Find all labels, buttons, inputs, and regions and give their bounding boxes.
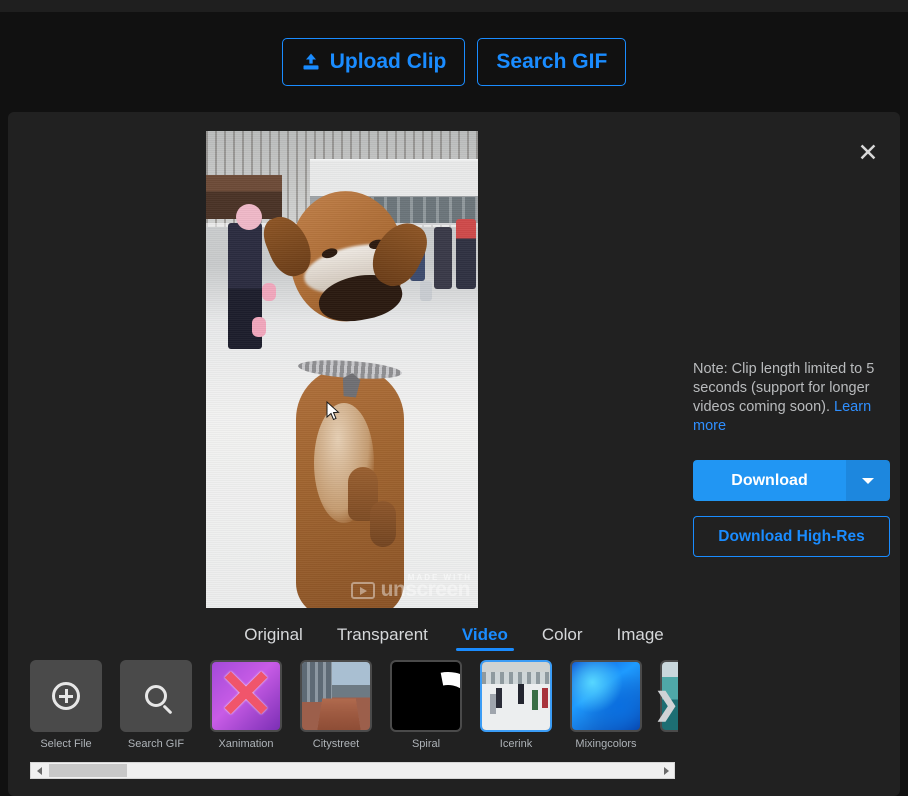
- thumbnail-cell: Mixingcolors: [570, 660, 642, 750]
- clip-length-note: Note: Clip length limited to 5 seconds (…: [693, 360, 890, 436]
- header-toolbar: Upload Clip Search GIF: [0, 12, 908, 112]
- thumbnail-citystreet[interactable]: [300, 660, 372, 732]
- arrow-right-icon[interactable]: [658, 763, 674, 778]
- tab-transparent[interactable]: Transparent: [331, 624, 434, 651]
- tab-image[interactable]: Image: [610, 624, 669, 651]
- thumbnail-label: Search GIF: [127, 738, 185, 750]
- background-thumbnail-carousel[interactable]: Select File Search GIF Xanimation Citystree…: [30, 660, 678, 760]
- thumbnail-icerink[interactable]: [480, 660, 552, 732]
- background-skater: [434, 227, 452, 289]
- side-actions: Note: Clip length limited to 5 seconds (…: [693, 360, 890, 557]
- thumbnail-cell: Select File: [30, 660, 102, 750]
- thumbnail-select-file[interactable]: [30, 660, 102, 732]
- thumbnail-search-gif[interactable]: [120, 660, 192, 732]
- scrollbar-track[interactable]: [47, 763, 658, 778]
- dog-subject: [257, 171, 435, 608]
- upload-icon: [301, 52, 321, 72]
- unscreen-watermark: unscreen: [350, 578, 471, 602]
- browser-top-strip: [0, 0, 908, 12]
- close-icon[interactable]: ✕: [853, 138, 883, 168]
- thumbnail-image: [392, 662, 460, 730]
- plus-circle-icon: [52, 682, 80, 710]
- thumbnail-label: Select File: [40, 738, 92, 750]
- thumbnail-cell: Icerink: [480, 660, 552, 750]
- thumbnail-xanimation[interactable]: [210, 660, 282, 732]
- search-gif-button[interactable]: Search GIF: [477, 38, 627, 86]
- thumbnail-cell: Citystreet: [300, 660, 372, 750]
- thumbnail-image: [482, 662, 550, 730]
- thumbnail-label: Icerink: [499, 738, 533, 750]
- dog-paw: [370, 501, 396, 547]
- arrow-left-icon[interactable]: [31, 763, 47, 778]
- thumbnail-label: Xanimation: [218, 738, 274, 750]
- download-options-toggle[interactable]: [846, 460, 890, 501]
- thumbnail-image: [572, 662, 640, 730]
- background-skater-hat: [236, 204, 262, 230]
- play-icon: [350, 581, 375, 599]
- thumbnail-image: [212, 662, 280, 730]
- download-button[interactable]: Download: [693, 460, 846, 501]
- search-icon: [145, 685, 167, 707]
- thumbnail-cell: Xanimation: [210, 660, 282, 750]
- background-type-tabs: Original Transparent Video Color Image: [8, 624, 900, 651]
- search-gif-label: Search GIF: [496, 50, 608, 73]
- mouse-cursor: [326, 401, 340, 421]
- thumbnail-spiral[interactable]: [390, 660, 462, 732]
- background-skater: [456, 219, 476, 289]
- tab-original[interactable]: Original: [238, 624, 309, 651]
- thumbnail-cell: Search GIF: [120, 660, 192, 750]
- thumbnail-label: Citystreet: [312, 738, 360, 750]
- carousel-scrollbar[interactable]: [30, 762, 675, 779]
- editor-panel: ✕ MADE WITH unscreen Note: Clip length l…: [8, 112, 900, 796]
- download-split-button[interactable]: Download: [693, 460, 890, 501]
- download-high-res-button[interactable]: Download High-Res: [693, 516, 890, 557]
- tab-color[interactable]: Color: [536, 624, 589, 651]
- chevron-down-icon: [862, 477, 874, 484]
- upload-clip-button[interactable]: Upload Clip: [281, 38, 466, 86]
- tab-video[interactable]: Video: [455, 624, 514, 651]
- preview-canvas: MADE WITH unscreen: [206, 131, 478, 608]
- clip-preview[interactable]: MADE WITH unscreen: [206, 131, 478, 608]
- thumbnail-label: Mixingcolors: [575, 738, 637, 750]
- thumbnail-label: Spiral: [411, 738, 441, 750]
- chevron-right-icon[interactable]: ❯: [648, 689, 685, 721]
- watermark-label: unscreen: [380, 578, 471, 601]
- upload-clip-label: Upload Clip: [329, 50, 447, 73]
- thumbnail-cell: Spiral: [390, 660, 462, 750]
- thumbnail-mixingcolors[interactable]: [570, 660, 642, 732]
- thumbnail-image: [302, 662, 370, 730]
- scrollbar-thumb[interactable]: [49, 764, 127, 777]
